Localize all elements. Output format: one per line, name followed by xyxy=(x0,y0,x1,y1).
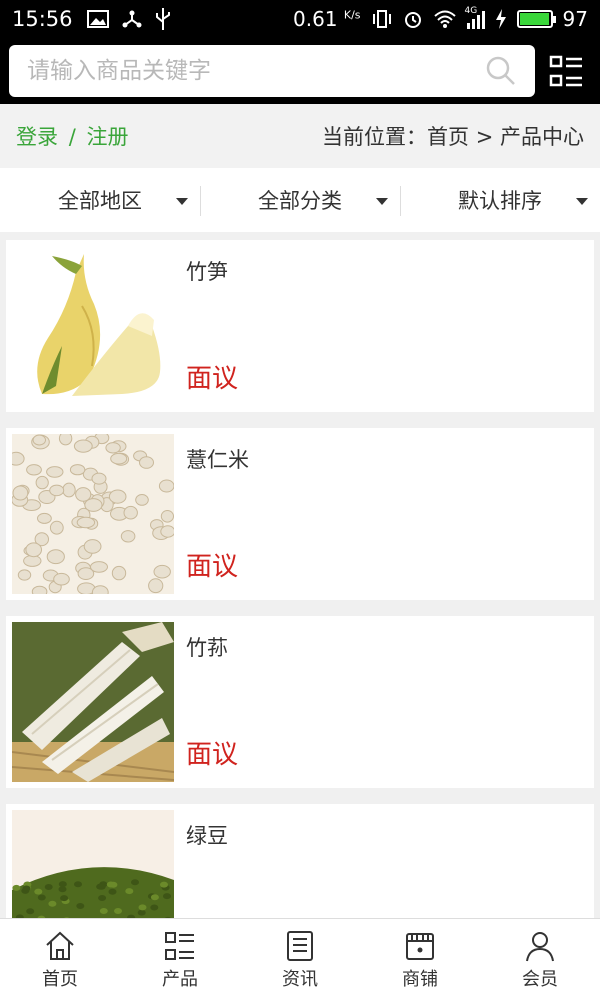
nav-label: 首页 xyxy=(42,969,78,990)
battery-icon xyxy=(516,10,556,28)
breadcrumb: 当前位置：首页 > 产品中心 xyxy=(322,125,584,149)
home-icon xyxy=(46,931,74,960)
product-name[interactable]: 竹荪 xyxy=(186,632,228,662)
status-time: 15:56 xyxy=(12,7,73,31)
header: 15:56 0.61 K/s 4G 97 xyxy=(0,0,600,104)
product-card[interactable]: 薏仁米 面议 xyxy=(6,428,594,600)
product-price: 面议 xyxy=(186,552,239,582)
vibrate-icon xyxy=(372,10,391,28)
nav-label: 资讯 xyxy=(282,969,318,990)
caret-down-icon xyxy=(576,198,588,205)
auth-separator: / xyxy=(68,125,76,149)
nav-label: 商铺 xyxy=(402,969,438,990)
product-card[interactable]: 竹笋 面议 xyxy=(6,240,594,412)
list-icon xyxy=(165,932,194,960)
news-icon xyxy=(287,931,313,961)
filter-region-dropdown[interactable]: 全部地区 xyxy=(0,168,200,232)
alarm-icon xyxy=(404,12,421,28)
nav-item-products[interactable]: 产品 xyxy=(120,919,240,1000)
product-image[interactable] xyxy=(12,622,174,782)
usb-icon xyxy=(155,8,170,30)
status-bar: 15:56 0.61 K/s 4G 97 xyxy=(0,0,600,38)
wifi-icon xyxy=(433,10,456,28)
shop-icon xyxy=(406,933,434,960)
caret-down-icon xyxy=(376,198,388,205)
battery-percent: 97 xyxy=(562,7,588,31)
product-price: 面议 xyxy=(186,740,239,770)
nav-label: 产品 xyxy=(162,969,198,990)
filter-bar: 全部地区 全部分类 默认排序 xyxy=(0,168,600,232)
product-name[interactable]: 薏仁米 xyxy=(186,444,249,474)
product-price: 面议 xyxy=(186,364,239,394)
user-icon xyxy=(526,932,554,962)
product-name[interactable]: 绿豆 xyxy=(186,820,228,850)
filter-label: 默认排序 xyxy=(458,189,542,213)
product-card[interactable]: 竹荪 面议 xyxy=(6,616,594,788)
signal-icon: 4G xyxy=(465,6,485,29)
search-icon[interactable] xyxy=(485,55,517,87)
charging-icon xyxy=(495,9,506,29)
product-image[interactable] xyxy=(12,434,174,594)
nav-label: 会员 xyxy=(522,969,558,990)
bottom-nav: 首页 产品 资讯 商铺 会员 xyxy=(0,918,600,1000)
nav-item-news[interactable]: 资讯 xyxy=(240,919,360,1000)
share-notification-icon xyxy=(122,10,142,28)
image-notification-icon xyxy=(86,10,109,28)
product-list: 竹笋 面议 薏仁米 面议 竹荪 面议 绿豆 xyxy=(6,240,594,992)
search-input[interactable] xyxy=(27,58,485,84)
caret-down-icon xyxy=(176,198,188,205)
filter-sort-dropdown[interactable]: 默认排序 xyxy=(400,168,600,232)
filter-label: 全部分类 xyxy=(258,189,342,213)
search-bar xyxy=(9,45,535,97)
filter-label: 全部地区 xyxy=(58,189,142,213)
nav-item-shop[interactable]: 商铺 xyxy=(360,919,480,1000)
product-image[interactable] xyxy=(12,246,174,406)
login-link[interactable]: 登录 xyxy=(16,121,58,151)
filter-category-dropdown[interactable]: 全部分类 xyxy=(200,168,400,232)
breadcrumb-bar: 登录 / 注册 当前位置：首页 > 产品中心 xyxy=(0,104,600,168)
auth-links: 登录 / 注册 xyxy=(16,121,128,151)
category-menu-icon[interactable] xyxy=(548,54,586,90)
register-link[interactable]: 注册 xyxy=(86,121,128,151)
nav-item-home[interactable]: 首页 xyxy=(0,919,120,1000)
network-speed: 0.61 K/s xyxy=(293,7,361,31)
product-name[interactable]: 竹笋 xyxy=(186,256,228,286)
nav-item-member[interactable]: 会员 xyxy=(480,919,600,1000)
